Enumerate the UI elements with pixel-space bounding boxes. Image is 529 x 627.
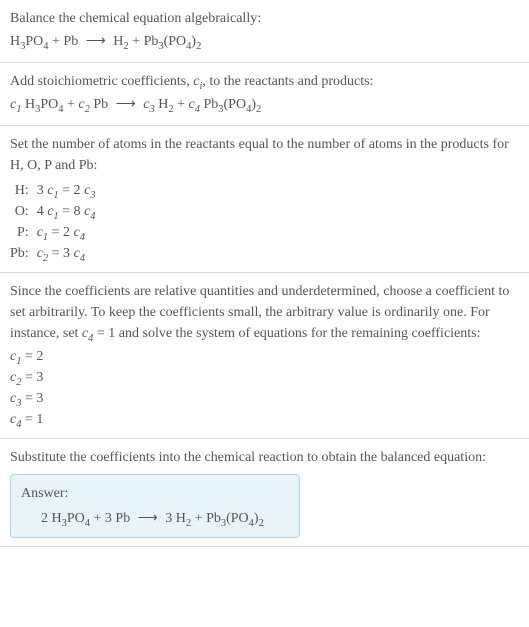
atom-equation: c1 = 2 c4 — [37, 222, 96, 243]
arrow-icon: ⟶ — [112, 97, 140, 112]
coef-result-c1: c1 = 2 — [10, 346, 519, 367]
atom-label: H: — [10, 180, 37, 201]
atom-equation: c2 = 3 c4 — [37, 243, 96, 264]
balanced-equation: 2 H3PO4 + 3 Pb ⟶ 3 H2 + Pb3(PO4)2 — [21, 508, 289, 529]
add-coef-text: Add stoichiometric coefficients, ci, to … — [10, 71, 519, 92]
answer-label: Answer: — [21, 483, 289, 504]
atom-row-h: H: 3 c1 = 2 c3 — [10, 180, 96, 201]
coef-c4: c4 — [189, 97, 200, 112]
species-h3po4: H3PO4 — [21, 97, 63, 112]
species-pb3po42: Pb3(PO4)2 — [200, 97, 261, 112]
unbalanced-equation: H3PO4 + Pb ⟶ H2 + Pb3(PO4)2 — [10, 31, 519, 52]
atoms-table: H: 3 c1 = 2 c3 O: 4 c1 = 8 c4 P: c1 = 2 … — [10, 180, 96, 264]
species-pb: Pb — [90, 97, 112, 112]
coef-c2: c2 — [78, 97, 89, 112]
section-balance-intro: Balance the chemical equation algebraica… — [0, 0, 529, 63]
arrow-icon: ⟶ — [82, 34, 110, 49]
atom-row-o: O: 4 c1 = 8 c4 — [10, 201, 96, 222]
atom-equation: 4 c1 = 8 c4 — [37, 201, 96, 222]
coef-result-c3: c3 = 3 — [10, 388, 519, 409]
coef-c1: c1 — [10, 97, 21, 112]
answer-box: Answer: 2 H3PO4 + 3 Pb ⟶ 3 H2 + Pb3(PO4)… — [10, 474, 300, 538]
species-h2: H2 — [110, 34, 129, 49]
atom-row-pb: Pb: c2 = 3 c4 — [10, 243, 96, 264]
atom-eq-text: Set the number of atoms in the reactants… — [10, 134, 519, 176]
arrow-icon: ⟶ — [134, 511, 162, 526]
coef-equation: c1 H3PO4 + c2 Pb ⟶ c3 H2 + c4 Pb3(PO4)2 — [10, 94, 519, 115]
plus-pb: + 3 Pb — [90, 511, 134, 526]
substitute-text: Substitute the coefficients into the che… — [10, 447, 519, 468]
solve-text: Since the coefficients are relative quan… — [10, 281, 519, 344]
atom-label: Pb: — [10, 243, 37, 264]
coef-c3: c3 — [143, 97, 154, 112]
plus-pb3po42: + Pb3(PO4)2 — [191, 511, 264, 526]
section-add-coefficients: Add stoichiometric coefficients, ci, to … — [0, 63, 529, 126]
plus-pb3po42: + Pb3(PO4)2 — [129, 34, 202, 49]
plus-pb: + Pb — [49, 34, 82, 49]
section-answer: Substitute the coefficients into the che… — [0, 439, 529, 547]
species-h2: H2 — [155, 97, 174, 112]
coef-result-c4: c4 = 1 — [10, 409, 519, 430]
atom-equation: 3 c1 = 2 c3 — [37, 180, 96, 201]
atom-label: P: — [10, 222, 37, 243]
species-h3po4: H3PO4 — [10, 34, 49, 49]
atom-row-p: P: c1 = 2 c4 — [10, 222, 96, 243]
species-h3po4: 2 H3PO4 — [41, 511, 90, 526]
section-atom-equations: Set the number of atoms in the reactants… — [0, 126, 529, 273]
intro-text: Balance the chemical equation algebraica… — [10, 8, 519, 29]
section-solve: Since the coefficients are relative quan… — [0, 273, 529, 439]
coef-c4: c4 — [82, 326, 93, 341]
atom-label: O: — [10, 201, 37, 222]
coef-result-c2: c2 = 3 — [10, 367, 519, 388]
species-h2: 3 H2 — [162, 511, 191, 526]
